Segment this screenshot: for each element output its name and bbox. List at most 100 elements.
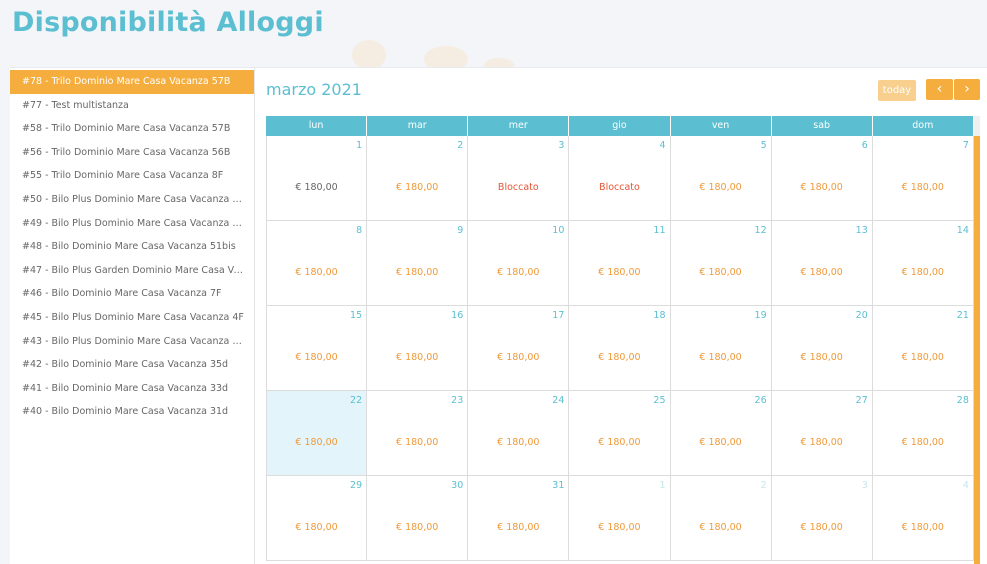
sidebar-item-property[interactable]: #58 - Trilo Dominio Mare Casa Vacanza 57…: [10, 117, 254, 141]
calendar-day-cell[interactable]: 6 € 180,00: [771, 136, 873, 221]
sidebar-item-property[interactable]: #45 - Bilo Plus Dominio Mare Casa Vacanz…: [10, 306, 254, 330]
sidebar-item-property[interactable]: #40 - Bilo Dominio Mare Casa Vacanza 31d: [10, 400, 254, 424]
calendar-day-cell[interactable]: 28 € 180,00: [872, 391, 974, 476]
day-price: € 180,00: [598, 267, 641, 278]
sidebar-item-property[interactable]: #42 - Bilo Dominio Mare Casa Vacanza 35d: [10, 353, 254, 377]
day-number: 16: [451, 310, 464, 321]
day-price: € 180,00: [800, 437, 843, 448]
calendar-day-cell[interactable]: 17 € 180,00: [468, 306, 570, 391]
day-price: € 180,00: [396, 522, 439, 533]
day-number: 10: [552, 225, 565, 236]
day-number: 2: [457, 140, 464, 151]
sidebar-item-property[interactable]: #50 - Bilo Plus Dominio Mare Casa Vacanz…: [10, 188, 254, 212]
day-price: € 180,00: [295, 182, 338, 193]
calendar-day-cell[interactable]: 1 € 180,00: [569, 476, 671, 561]
calendar-day-cell[interactable]: 26 € 180,00: [670, 391, 772, 476]
calendar-day-cell[interactable]: 4 Bloccato: [569, 136, 671, 221]
calendar-day-cell[interactable]: 1 € 180,00: [266, 136, 368, 221]
day-price: € 180,00: [598, 437, 641, 448]
day-price: € 180,00: [800, 182, 843, 193]
day-number: 27: [855, 395, 868, 406]
scrollbar-thumb[interactable]: [974, 136, 980, 564]
day-number: 18: [653, 310, 666, 321]
calendar-week-row: 1 € 180,00 2 € 180,00 3 Bloccato 4 Bloccato 5 € 1…: [266, 136, 974, 221]
day-number: 31: [552, 480, 565, 491]
sidebar-item-property[interactable]: #41 - Bilo Dominio Mare Casa Vacanza 33d: [10, 377, 254, 401]
calendar-day-cell[interactable]: 27 € 180,00: [771, 391, 873, 476]
day-number: 4: [962, 480, 969, 491]
blocked-label: Bloccato: [497, 182, 539, 193]
calendar-month-title: marzo 2021: [266, 80, 362, 99]
calendar-day-cell[interactable]: 14 € 180,00: [872, 221, 974, 306]
calendar-day-cell[interactable]: 23 € 180,00: [367, 391, 469, 476]
day-price: € 180,00: [497, 267, 540, 278]
day-price: € 180,00: [699, 352, 742, 363]
day-price: € 180,00: [497, 522, 540, 533]
day-number: 30: [451, 480, 464, 491]
day-number: 7: [962, 140, 969, 151]
weekday-label: dom: [872, 116, 974, 136]
day-number: 2: [760, 480, 767, 491]
day-number: 13: [855, 225, 868, 236]
calendar-day-cell[interactable]: 20 € 180,00: [771, 306, 873, 391]
calendar-day-cell[interactable]: 3 Bloccato: [468, 136, 570, 221]
today-button[interactable]: today: [878, 80, 916, 101]
day-price: € 180,00: [396, 267, 439, 278]
day-number: 14: [956, 225, 969, 236]
day-number: 3: [861, 480, 868, 491]
weekday-header: lun mar mer gio ven sab dom: [266, 116, 974, 136]
calendar-day-cell[interactable]: 11 € 180,00: [569, 221, 671, 306]
day-price: € 180,00: [598, 352, 641, 363]
sidebar-item-property[interactable]: #43 - Bilo Plus Dominio Mare Casa Vacanz…: [10, 330, 254, 354]
calendar-week-row: 29 € 180,00 30 € 180,00 31 € 180,00 1 € 180,00 2…: [266, 476, 974, 561]
calendar-day-cell[interactable]: 9 € 180,00: [367, 221, 469, 306]
sidebar-item-property[interactable]: #55 - Trilo Dominio Mare Casa Vacanza 8F: [10, 164, 254, 188]
calendar-day-cell[interactable]: 30 € 180,00: [367, 476, 469, 561]
calendar-day-cell[interactable]: 15 € 180,00: [266, 306, 368, 391]
day-number: 8: [356, 225, 363, 236]
calendar-day-cell[interactable]: 25 € 180,00: [569, 391, 671, 476]
day-price: € 180,00: [901, 522, 944, 533]
sidebar-item-property[interactable]: #77 - Test multistanza: [10, 94, 254, 118]
sidebar-item-property[interactable]: #48 - Bilo Dominio Mare Casa Vacanza 51b…: [10, 235, 254, 259]
calendar-day-cell[interactable]: 12 € 180,00: [670, 221, 772, 306]
calendar-day-cell[interactable]: 3 € 180,00: [771, 476, 873, 561]
prev-month-button[interactable]: ‹: [926, 79, 953, 100]
calendar-day-cell[interactable]: 13 € 180,00: [771, 221, 873, 306]
calendar-day-cell[interactable]: 8 € 180,00: [266, 221, 368, 306]
day-price: € 180,00: [699, 437, 742, 448]
day-number: 17: [552, 310, 565, 321]
calendar-day-cell[interactable]: 4 € 180,00: [872, 476, 974, 561]
calendar-day-cell[interactable]: 31 € 180,00: [468, 476, 570, 561]
blocked-label: Bloccato: [599, 182, 640, 193]
calendar-day-cell[interactable]: 5 € 180,00: [670, 136, 772, 221]
sidebar-item-property[interactable]: #49 - Bilo Plus Dominio Mare Casa Vacanz…: [10, 212, 254, 236]
day-price: € 180,00: [901, 267, 944, 278]
calendar-day-cell[interactable]: 29 € 180,00: [266, 476, 368, 561]
calendar-day-cell[interactable]: 7 € 180,00: [872, 136, 974, 221]
calendar-day-cell[interactable]: 24 € 180,00: [468, 391, 570, 476]
sidebar-item-property[interactable]: #78 - Trilo Dominio Mare Casa Vacanza 57…: [10, 70, 254, 94]
day-number: 28: [956, 395, 969, 406]
page-title: Disponibilità Alloggi: [12, 7, 324, 38]
sidebar-item-property[interactable]: #47 - Bilo Plus Garden Dominio Mare Casa…: [10, 259, 254, 283]
calendar-grid: lun mar mer gio ven sab dom 1 € 180,00 2 € 180,00…: [266, 116, 974, 561]
calendar-day-cell[interactable]: 2 € 180,00: [670, 476, 772, 561]
next-month-button[interactable]: ›: [954, 79, 980, 100]
calendar: marzo 2021 today ‹ › lun mar mer gio ven sab d…: [266, 68, 987, 564]
availability-panel: #78 - Trilo Dominio Mare Casa Vacanza 57…: [10, 67, 987, 564]
sidebar-item-property[interactable]: #46 - Bilo Dominio Mare Casa Vacanza 7F: [10, 282, 254, 306]
calendar-day-cell[interactable]: 18 € 180,00: [569, 306, 671, 391]
calendar-day-cell[interactable]: 22 € 180,00: [266, 391, 368, 476]
calendar-day-cell[interactable]: 10 € 180,00: [468, 221, 570, 306]
calendar-day-cell[interactable]: 16 € 180,00: [367, 306, 469, 391]
calendar-day-cell[interactable]: 21 € 180,00: [872, 306, 974, 391]
day-number: 5: [760, 140, 767, 151]
calendar-day-cell[interactable]: 19 € 180,00: [670, 306, 772, 391]
chevron-right-icon: ›: [964, 81, 970, 97]
calendar-day-cell[interactable]: 2 € 180,00: [367, 136, 469, 221]
sidebar-item-property[interactable]: #56 - Trilo Dominio Mare Casa Vacanza 56…: [10, 141, 254, 165]
day-price: € 180,00: [396, 182, 439, 193]
day-price: € 180,00: [699, 267, 742, 278]
day-number: 4: [659, 140, 666, 151]
